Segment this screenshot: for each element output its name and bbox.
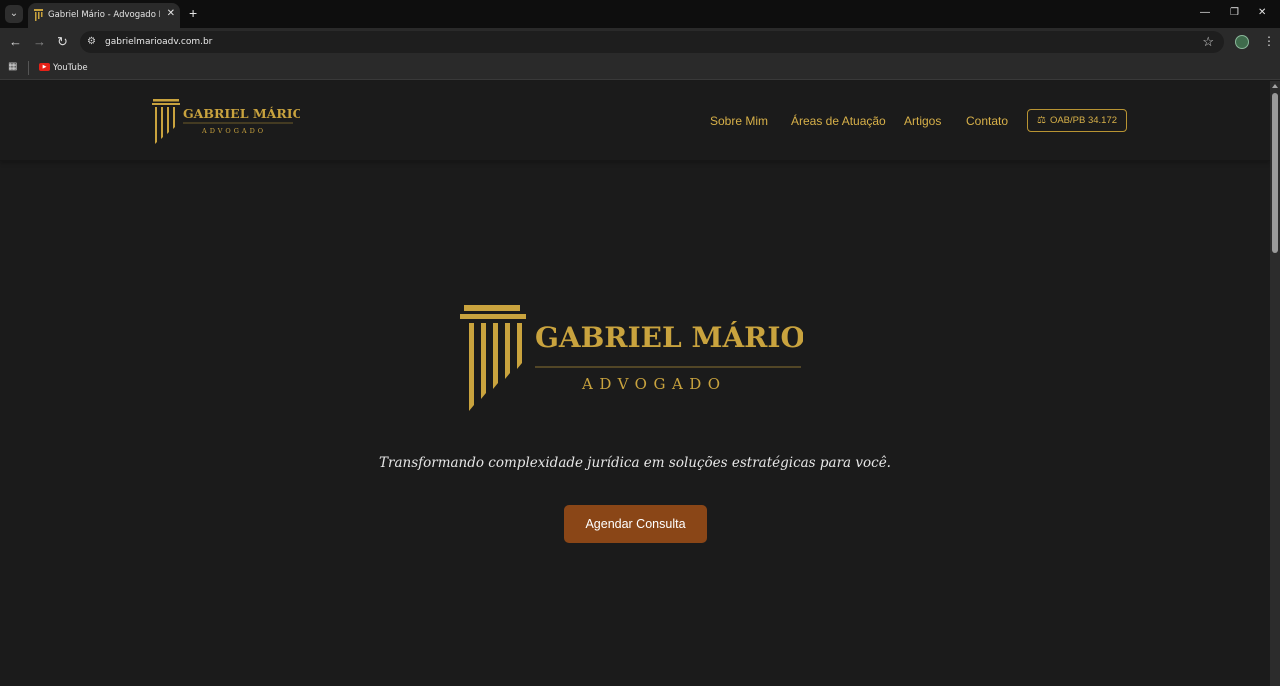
schedule-consultation-button[interactable]: Agendar Consulta bbox=[564, 505, 707, 543]
bookmarks-bar: ▦ ▶ YouTube bbox=[0, 56, 1280, 80]
new-tab-button[interactable]: + bbox=[189, 6, 197, 20]
oab-number: OAB/PB 34.172 bbox=[1049, 115, 1118, 126]
oab-badge: ⚖ OAB/PB 34.172 bbox=[1027, 109, 1127, 132]
bookmark-youtube[interactable]: YouTube bbox=[53, 62, 88, 74]
site-info-icon[interactable]: ⚙ bbox=[87, 35, 96, 49]
scroll-up-arrow-icon[interactable] bbox=[1272, 84, 1278, 88]
header-logo-subtitle: ADVOGADO bbox=[201, 127, 266, 135]
bookmark-star-icon[interactable]: ☆ bbox=[1202, 34, 1214, 49]
tab-search-button[interactable]: ⌄ bbox=[5, 5, 23, 23]
bookmarks-divider bbox=[28, 61, 29, 75]
pillar-icon bbox=[152, 99, 180, 144]
reload-icon[interactable]: ↻ bbox=[57, 34, 68, 49]
back-icon[interactable]: ← bbox=[9, 34, 22, 49]
scrollbar-thumb[interactable] bbox=[1272, 93, 1278, 253]
page-content: GABRIEL MÁRIO ADVOGADO Sobre Mim Áreas d… bbox=[0, 81, 1270, 686]
site-favicon-icon bbox=[34, 9, 43, 21]
header-logo[interactable]: GABRIEL MÁRIO ADVOGADO bbox=[150, 98, 300, 144]
nav-sobre-mim[interactable]: Sobre Mim bbox=[710, 112, 768, 130]
pillar-icon bbox=[460, 305, 526, 411]
minimize-icon[interactable]: — bbox=[1200, 7, 1210, 19]
profile-avatar[interactable] bbox=[1235, 35, 1249, 49]
nav-areas-de-atuacao[interactable]: Áreas de Atuação bbox=[791, 112, 886, 130]
hero-tagline: Transformando complexidade jurídica em s… bbox=[379, 455, 891, 471]
page-scrollbar[interactable] bbox=[1270, 81, 1280, 686]
address-bar[interactable]: ⚙ gabrielmarioadv.com.br ☆ bbox=[80, 31, 1224, 53]
hero-logo: GABRIEL MÁRIO ADVOGADO bbox=[460, 305, 803, 411]
forward-icon[interactable]: → bbox=[33, 34, 46, 49]
header-logo-name: GABRIEL MÁRIO bbox=[183, 106, 300, 121]
site-header: GABRIEL MÁRIO ADVOGADO Sobre Mim Áreas d… bbox=[0, 81, 1270, 161]
url-text[interactable]: gabrielmarioadv.com.br bbox=[105, 36, 212, 48]
browser-toolbar: ← → ↻ ⚙ gabrielmarioadv.com.br ☆ bbox=[0, 28, 1280, 56]
hero-logo-subtitle: ADVOGADO bbox=[581, 375, 727, 393]
youtube-icon[interactable]: ▶ bbox=[39, 63, 50, 71]
close-tab-icon[interactable]: ✕ bbox=[167, 8, 175, 20]
browser-menu-icon[interactable]: ⋮ bbox=[1263, 33, 1275, 49]
restore-icon[interactable]: ❐ bbox=[1230, 7, 1239, 19]
browser-tab-bar: ⌄ Gabriel Mário - Advogado Espe ✕ + — ❐ … bbox=[0, 0, 1280, 28]
hero-logo-name: GABRIEL MÁRIO bbox=[535, 321, 803, 354]
apps-grid-icon[interactable]: ▦ bbox=[8, 61, 17, 73]
scale-icon: ⚖ bbox=[1036, 115, 1046, 126]
close-window-icon[interactable]: ✕ bbox=[1258, 7, 1266, 19]
nav-artigos[interactable]: Artigos bbox=[904, 112, 941, 130]
tab-title: Gabriel Mário - Advogado Espe bbox=[48, 10, 160, 20]
browser-tab[interactable]: Gabriel Mário - Advogado Espe ✕ bbox=[28, 3, 180, 28]
nav-contato[interactable]: Contato bbox=[966, 112, 1008, 130]
